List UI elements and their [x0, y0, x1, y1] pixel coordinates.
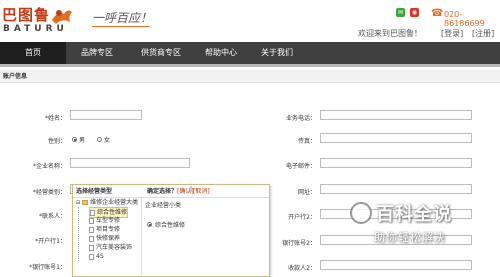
subcategory-title: 企业经营小类	[145, 202, 182, 209]
business-phone-input[interactable]	[320, 110, 472, 120]
dropdown-header-right: 确定选择？	[147, 188, 178, 195]
folder-icon	[82, 200, 89, 205]
page-icon	[89, 244, 94, 251]
fax-input[interactable]	[320, 133, 472, 143]
company-label: *企业名称：	[32, 163, 66, 170]
tree-node-project[interactable]: 项目专修	[89, 225, 120, 234]
page-icon	[89, 253, 94, 260]
wechat-icon[interactable]: ✉	[396, 8, 405, 17]
tree-node-model[interactable]: 车型专修	[89, 216, 120, 225]
page-icon	[89, 235, 94, 242]
tree-toggle-icon[interactable]: ⊟	[76, 200, 80, 206]
account1-label: *开户行1：	[35, 238, 66, 245]
slogan-underline	[92, 26, 150, 27]
tree-node-root[interactable]: ⊟ 维修企业经营大类	[76, 198, 138, 207]
watermark-title: 百科全说	[376, 204, 452, 225]
nav-item-about[interactable]: 关于我们	[248, 42, 306, 64]
welcome-text: 欢迎来到巴图鲁！	[358, 29, 422, 38]
email-label: 电子邮件：	[285, 163, 316, 170]
fax-label: 传真：	[297, 138, 316, 145]
page-icon	[89, 217, 94, 224]
business-phone-label: 业务电话：	[285, 115, 316, 122]
receiver2-input[interactable]	[320, 260, 472, 270]
name-label: *姓名：	[44, 115, 66, 122]
dropdown-cancel-link[interactable]: [取消]	[193, 186, 210, 195]
website-input[interactable]	[320, 184, 472, 194]
gender-male-label: 男	[79, 137, 86, 144]
dropdown-header-left: 选择经营类型	[76, 188, 113, 195]
business-type-label: *经营类别：	[32, 189, 66, 196]
nav-item-brand[interactable]: 品牌专区	[66, 42, 128, 64]
nav-item-help[interactable]: 帮助中心	[194, 42, 248, 64]
tree-node-4s[interactable]: 4S	[89, 252, 104, 261]
gender-label: 性别：	[47, 138, 66, 145]
contact-label: *联系人：	[38, 213, 66, 220]
company-input[interactable]	[70, 158, 190, 168]
tree-node-quick[interactable]: 快修保养	[89, 234, 120, 243]
watermark-subtitle: 助你轻松解决	[374, 231, 446, 244]
subcategory-radio[interactable]	[147, 222, 152, 227]
page-icon	[89, 226, 94, 233]
login-link[interactable]: [登录]	[441, 28, 463, 39]
nav-item-home[interactable]: 首页	[0, 42, 66, 64]
logo-text[interactable]: 巴图鲁	[2, 4, 50, 25]
email-input[interactable]	[320, 158, 472, 168]
nav-item-supplier[interactable]: 供货商专区	[128, 42, 194, 64]
gender-female-radio[interactable]	[97, 137, 102, 142]
tree-node-beauty[interactable]: 汽车美容装饰	[89, 243, 132, 252]
dropdown-divider	[141, 197, 142, 275]
weibo-icon[interactable]: ◉	[410, 8, 419, 17]
hotline-number: 020-86186699	[444, 10, 485, 28]
gender-male-radio[interactable]	[72, 137, 77, 142]
register-link[interactable]: [注册]	[472, 28, 494, 39]
logo-figure-icon	[52, 10, 72, 24]
dropdown-separator: |	[190, 186, 193, 193]
phone-icon: ☎	[431, 8, 444, 19]
gender-female-label: 女	[104, 137, 111, 144]
subcategory-value: 综合性维修	[155, 222, 186, 229]
nav-subbar	[0, 64, 500, 67]
account-section-title: 账户信息	[3, 73, 28, 80]
bank-account1-label: *银行账号1：	[29, 264, 66, 271]
watermark-logo-icon	[350, 202, 372, 224]
tree-guide-line	[78, 207, 80, 261]
slogan: 一呼百应！	[92, 11, 153, 25]
account-section-bar	[0, 70, 500, 83]
name-input[interactable]	[70, 110, 142, 120]
page-icon	[90, 209, 95, 216]
